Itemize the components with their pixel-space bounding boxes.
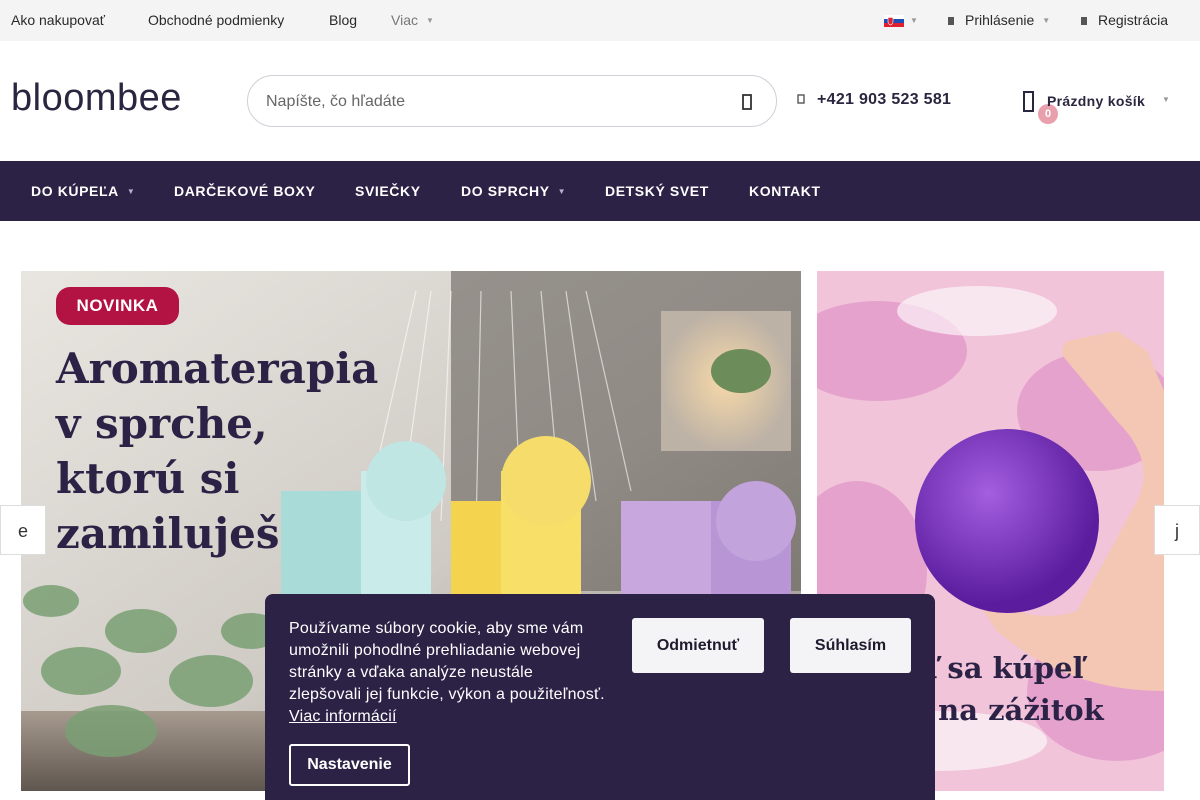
- search-input[interactable]: [266, 90, 706, 114]
- cookie-settings-button[interactable]: Nastavenie: [289, 744, 410, 786]
- main-nav: DO KÚPEĽA ▼ DARČEKOVÉ BOXY SVIEČKY DO SPR…: [0, 161, 1200, 221]
- hero-headline-line: ktorú si: [56, 454, 240, 503]
- carousel-prev-button[interactable]: e: [0, 505, 46, 555]
- search-box: [247, 75, 777, 127]
- cookie-more-info-link[interactable]: Viac informácií: [289, 708, 397, 725]
- side-banner-text-line: í na zážitok: [917, 693, 1104, 727]
- login-label: Prihlásenie: [965, 12, 1035, 28]
- phone-icon: [797, 94, 805, 104]
- register-label: Registrácia: [1098, 12, 1169, 28]
- chevron-down-icon: ▼: [425, 16, 434, 25]
- nav-item-kids[interactable]: DETSKÝ SVET: [605, 183, 709, 199]
- flag-sk-icon[interactable]: [884, 15, 904, 27]
- hero-headline-line: v sprche,: [56, 399, 268, 448]
- top-bar: Ako nakupovať Obchodné podmienky Blog Vi…: [0, 0, 1200, 41]
- nav-item-candles[interactable]: SVIEČKY: [355, 183, 421, 199]
- cookie-consent-bar: Používame súbory cookie, aby sme vám umo…: [265, 594, 935, 800]
- hero-headline-line: zamiluješ: [56, 509, 280, 558]
- topbar-more-menu[interactable]: Viac ▼: [391, 12, 434, 28]
- new-badge: NOVINKA: [56, 287, 179, 325]
- cookie-text-block: Používame súbory cookie, aby sme vám umo…: [289, 618, 609, 728]
- topbar-link-how-to-buy[interactable]: Ako nakupovať: [11, 12, 105, 28]
- side-banner-text: ď sa kúpeľ í na zážitok: [917, 647, 1164, 731]
- register-link[interactable]: Registrácia: [1080, 12, 1168, 28]
- cart-button[interactable]: 0 Prázdny košík ▼: [1022, 88, 1182, 124]
- nav-item-label: DO SPRCHY: [461, 183, 550, 199]
- reject-button[interactable]: Odmietnuť: [632, 618, 764, 673]
- accept-button[interactable]: Súhlasím: [790, 618, 911, 673]
- carousel-next-button[interactable]: j: [1154, 505, 1200, 555]
- side-banner-text-line: ď sa kúpeľ: [917, 651, 1084, 685]
- hero-headline-line: Aromaterapia: [56, 344, 379, 393]
- topbar-link-blog[interactable]: Blog: [329, 12, 357, 28]
- login-icon: [948, 17, 954, 25]
- search-icon[interactable]: [734, 88, 760, 116]
- cart-icon: [1023, 91, 1034, 112]
- chevron-down-icon: ▼: [557, 187, 567, 196]
- chevron-down-icon: ▼: [126, 187, 136, 196]
- nav-item-bath[interactable]: DO KÚPEĽA ▼: [31, 183, 135, 199]
- nav-item-shower[interactable]: DO SPRCHY ▼: [461, 183, 566, 199]
- topbar-link-terms[interactable]: Obchodné podmienky: [148, 12, 284, 28]
- chevron-down-icon: ▼: [1042, 16, 1051, 25]
- nav-item-contact[interactable]: KONTAKT: [749, 183, 821, 199]
- phone-number: +421 903 523 581: [817, 91, 952, 108]
- cart-label: Prázdny košík: [1047, 93, 1146, 109]
- site-logo[interactable]: bloombee: [11, 78, 182, 118]
- chevron-down-icon: ▼: [1162, 95, 1170, 104]
- phone-contact[interactable]: +421 903 523 581: [797, 91, 951, 109]
- login-link[interactable]: Prihlásenie ▼: [947, 12, 1050, 28]
- nav-item-gift-boxes[interactable]: DARČEKOVÉ BOXY: [174, 183, 315, 199]
- nav-item-label: DO KÚPEĽA: [31, 183, 119, 199]
- chevron-down-icon: ▼: [910, 16, 918, 25]
- topbar-more-label: Viac: [391, 12, 418, 28]
- cookie-text: Používame súbory cookie, aby sme vám umo…: [289, 620, 605, 703]
- register-icon: [1081, 17, 1087, 25]
- hero-headline: Aromaterapia v sprche, ktorú si zamiluje…: [56, 341, 386, 561]
